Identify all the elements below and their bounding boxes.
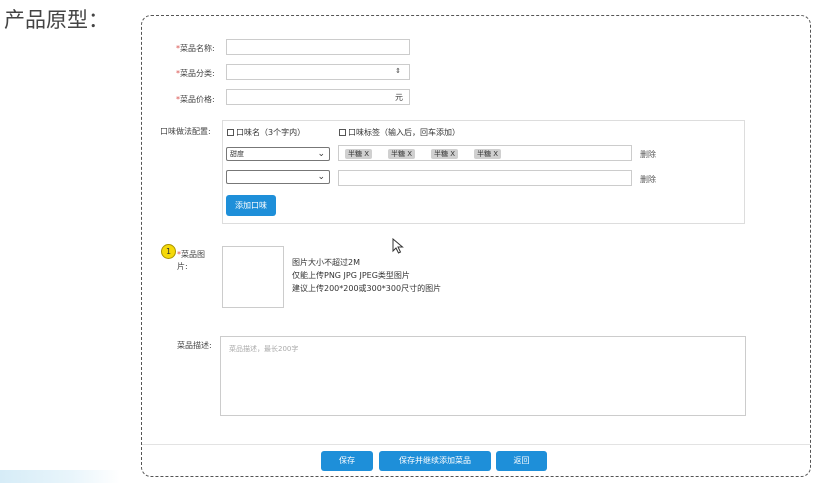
add-flavor-button[interactable]: 添加口味 — [226, 195, 276, 216]
flavor-tags-header-text: 口味标签（输入后，回车添加） — [348, 128, 460, 137]
page-heading: 产品原型： — [4, 8, 109, 32]
image-hint: 建议上传200*200或300*300尺寸的图片 — [292, 284, 442, 293]
image-hint: 图片大小不超过2M — [292, 258, 360, 267]
back-button[interactable]: 返回 — [496, 451, 547, 471]
flavor-config-label: 口味做法配置: — [160, 127, 211, 136]
select-arrows-icon: ⇕ — [395, 67, 401, 75]
save-and-continue-button[interactable]: 保存并继续添加菜品 — [379, 451, 491, 471]
flavor-tags-header: 口味标签（输入后，回车添加） — [339, 127, 460, 138]
price-input[interactable]: 元 — [226, 89, 410, 105]
flavor-tags-input[interactable] — [338, 170, 632, 186]
image-upload-box[interactable] — [222, 246, 284, 308]
flavor-name-select[interactable]: ⌄ — [226, 170, 330, 184]
footer-divider — [142, 444, 810, 445]
category-label: *菜品分类: — [176, 68, 215, 79]
flavor-tag[interactable]: 半糖 X — [431, 149, 459, 159]
background-decoration — [0, 470, 120, 483]
annotation-badge: 1 — [161, 244, 176, 259]
mouse-cursor-icon — [392, 238, 404, 254]
checkbox-icon — [227, 129, 234, 136]
save-button[interactable]: 保存 — [321, 451, 373, 471]
price-unit: 元 — [395, 93, 403, 102]
price-label-text: 菜品价格: — [180, 95, 215, 104]
description-label: 菜品描述: — [177, 341, 212, 350]
chevron-down-icon: ⌄ — [317, 172, 325, 182]
flavor-tags-input[interactable]: 半糖 X 半糖 X 半糖 X 半糖 X — [338, 145, 632, 161]
category-select[interactable]: ⇕ — [226, 64, 410, 80]
flavor-tag[interactable]: 半糖 X — [474, 149, 502, 159]
flavor-name-header-text: 口味名（3个字内） — [236, 128, 306, 137]
description-textarea[interactable]: 菜品描述，最长200字 — [220, 336, 746, 416]
image-label-text: 菜品图 — [181, 250, 205, 259]
flavor-tag[interactable]: 半糖 X — [345, 149, 373, 159]
name-label: *菜品名称: — [176, 43, 215, 54]
flavor-name-header: 口味名（3个字内） — [227, 127, 305, 138]
price-label: *菜品价格: — [176, 94, 215, 105]
flavor-name-select[interactable]: 甜度 ⌄ — [226, 147, 330, 161]
delete-flavor-link[interactable]: 删除 — [640, 174, 656, 185]
name-label-text: 菜品名称: — [180, 44, 215, 53]
image-label: *菜品图 — [177, 249, 205, 260]
delete-flavor-link[interactable]: 删除 — [640, 149, 656, 160]
flavor-tag[interactable]: 半糖 X — [388, 149, 416, 159]
image-hint: 仅能上传PNG JPG JPEG类型图片 — [292, 271, 410, 280]
chevron-down-icon: ⌄ — [317, 149, 325, 159]
image-label-line2: 片: — [177, 262, 188, 271]
category-label-text: 菜品分类: — [180, 69, 215, 78]
name-input[interactable] — [226, 39, 410, 55]
description-placeholder: 菜品描述，最长200字 — [229, 345, 299, 353]
checkbox-icon — [339, 129, 346, 136]
flavor-name-select-value: 甜度 — [230, 150, 244, 158]
